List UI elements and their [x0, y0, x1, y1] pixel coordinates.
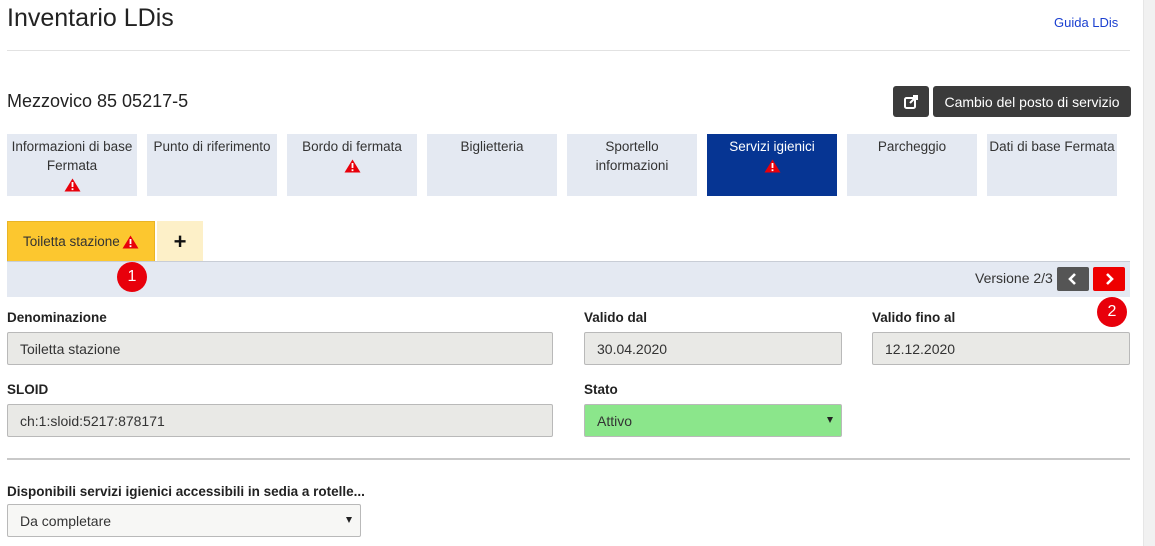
- page-scrollbar[interactable]: [1143, 0, 1155, 546]
- chevron-down-icon: [346, 517, 352, 523]
- warning-icon: [344, 159, 360, 173]
- warning-icon: [122, 235, 139, 248]
- tab-informazioni-di-base[interactable]: Informazioni di base Fermata: [7, 134, 137, 196]
- location-name: Mezzovico 85 05217-5: [7, 91, 189, 111]
- tab-bordo-di-fermata[interactable]: Bordo di fermata: [287, 134, 417, 196]
- tab-biglietteria[interactable]: Biglietteria: [427, 134, 557, 196]
- denominazione-field[interactable]: Toiletta stazione: [7, 332, 553, 365]
- tab-label: Sportello: [605, 139, 659, 154]
- tab-servizi-igienici[interactable]: Servizi igienici: [707, 134, 837, 196]
- help-link[interactable]: Guida LDis: [1054, 15, 1118, 30]
- tab-label: Bordo di fermata: [302, 139, 402, 154]
- version-bar: [7, 261, 1130, 297]
- valido-fino-field[interactable]: 12.12.2020: [872, 332, 1130, 365]
- next-version-button[interactable]: [1093, 267, 1125, 291]
- add-subtab-button[interactable]: +: [157, 221, 203, 262]
- tab-label: Informazioni di base: [11, 139, 133, 154]
- tab-label: Biglietteria: [460, 139, 524, 154]
- subtab-toiletta-stazione[interactable]: Toiletta stazione: [7, 221, 155, 262]
- header-divider: [7, 50, 1130, 51]
- accessibili-label: Disponibili servizi igienici accessibili…: [7, 484, 365, 499]
- tab-label: Servizi igienici: [729, 139, 815, 154]
- section-divider: [7, 458, 1130, 460]
- accessibili-value: Da completare: [20, 512, 112, 529]
- tab-dati-di-base-fermata[interactable]: Dati di base Fermata: [987, 134, 1117, 196]
- warning-icon: [64, 178, 80, 192]
- stato-value: Attivo: [597, 412, 633, 429]
- accessibili-select[interactable]: Da completare: [7, 504, 361, 537]
- external-link-icon: [903, 94, 918, 109]
- tab-label: Dati di base Fermata: [989, 139, 1115, 154]
- valido-dal-field[interactable]: 30.04.2020: [584, 332, 842, 365]
- chevron-down-icon: [827, 417, 833, 423]
- valido-fino-label: Valido fino al: [872, 310, 956, 325]
- sloid-label: SLOID: [7, 382, 49, 397]
- subtab-label: Toiletta stazione: [23, 234, 120, 249]
- stato-select[interactable]: Attivo: [584, 404, 842, 437]
- annotation-badge-1: 1: [117, 262, 147, 292]
- change-service-point-button[interactable]: Cambio del posto di servizio: [933, 86, 1131, 117]
- valido-dal-label: Valido dal: [584, 310, 648, 325]
- tab-label-line2: Fermata: [46, 158, 98, 173]
- chevron-right-icon: [1106, 273, 1114, 285]
- warning-icon: [764, 159, 780, 173]
- annotation-badge-2: 2: [1097, 297, 1127, 327]
- tab-punto-di-riferimento[interactable]: Punto di riferimento: [147, 134, 277, 196]
- version-label: Versione 2/3: [975, 270, 1053, 286]
- stato-label: Stato: [584, 382, 618, 397]
- denominazione-label: Denominazione: [7, 310, 107, 325]
- tab-parcheggio[interactable]: Parcheggio: [847, 134, 977, 196]
- app-title: Inventario LDis: [7, 4, 174, 32]
- tab-label: Punto di riferimento: [153, 139, 271, 154]
- tab-label-line2: informazioni: [595, 158, 669, 173]
- external-link-button[interactable]: [893, 86, 929, 117]
- tab-label: Parcheggio: [877, 139, 947, 154]
- previous-version-button[interactable]: [1057, 267, 1089, 291]
- sloid-field[interactable]: ch:1:sloid:5217:878171: [7, 404, 553, 437]
- chevron-left-icon: [1068, 273, 1076, 285]
- tab-sportello-informazioni[interactable]: Sportello informazioni: [567, 134, 697, 196]
